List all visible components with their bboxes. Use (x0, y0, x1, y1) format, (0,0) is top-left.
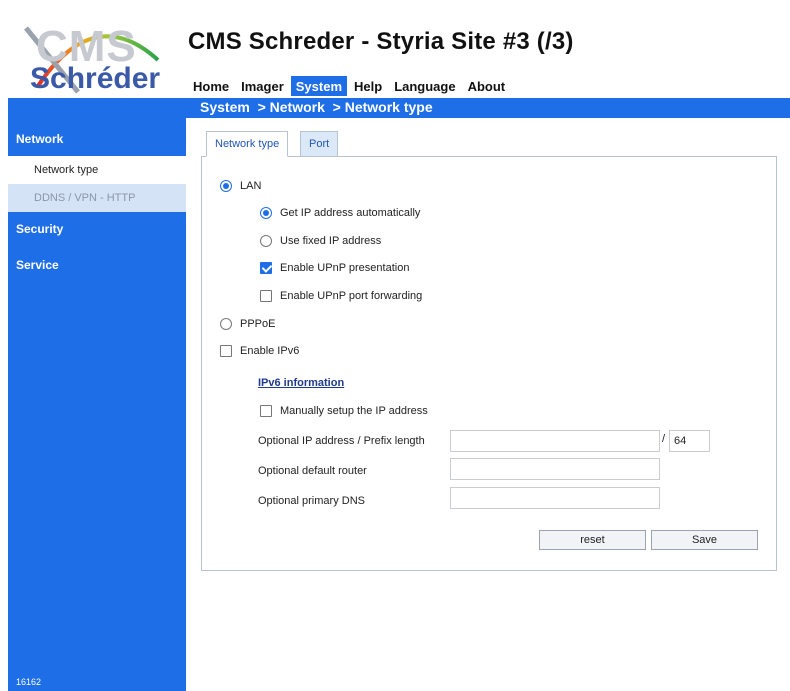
ipv6-label: Enable IPv6 (240, 345, 300, 357)
manual-ip-label: Manually setup the IP address (280, 405, 428, 417)
menu-imager[interactable]: Imager (236, 76, 289, 96)
ipv6-checkbox[interactable] (220, 345, 232, 357)
logo-brand-text: Schréder (30, 62, 161, 95)
lan-option[interactable]: LAN (220, 180, 261, 192)
lan-radio[interactable] (220, 180, 232, 192)
menu-about[interactable]: About (463, 76, 511, 96)
upnp-forwarding-option[interactable]: Enable UPnP port forwarding (260, 290, 422, 302)
page-title: CMS Schreder - Styria Site #3 (/3) (188, 28, 574, 55)
menu-home[interactable]: Home (188, 76, 234, 96)
ipv6-information-link[interactable]: IPv6 information (258, 377, 344, 389)
brand-logo: CMS Schréder (8, 8, 186, 96)
dns-label: Optional primary DNS (258, 495, 365, 507)
manual-ip-checkbox[interactable] (260, 405, 272, 417)
ip-address-input[interactable] (450, 430, 660, 452)
sidebar-section-security[interactable]: Security (16, 222, 63, 236)
sidebar-section-service[interactable]: Service (16, 258, 59, 272)
sidebar: Network Network type DDNS / VPN - HTTP S… (8, 118, 186, 691)
upnp-presentation-option[interactable]: Enable UPnP presentation (260, 262, 409, 274)
reset-button[interactable]: reset (539, 530, 646, 550)
upnp-forwarding-label: Enable UPnP port forwarding (280, 290, 423, 302)
sidebar-item-network-type[interactable]: Network type (8, 156, 186, 184)
upnp-presentation-checkbox[interactable] (260, 262, 272, 274)
pppoe-option[interactable]: PPPoE (220, 318, 275, 330)
sidebar-section-network[interactable]: Network (16, 132, 63, 146)
tab-port[interactable]: Port (300, 131, 339, 157)
fixed-ip-label: Use fixed IP address (280, 235, 382, 247)
save-button[interactable]: Save (651, 530, 758, 550)
sidebar-footer-id: 16162 (16, 677, 42, 687)
menu-help[interactable]: Help (349, 76, 387, 96)
prefix-length-input[interactable] (669, 430, 710, 452)
router-label: Optional default router (258, 465, 367, 477)
fixed-ip-option[interactable]: Use fixed IP address (260, 235, 381, 247)
auto-ip-option[interactable]: Get IP address automatically (260, 207, 420, 219)
auto-ip-radio[interactable] (260, 207, 272, 219)
fixed-ip-radio[interactable] (260, 235, 272, 247)
auto-ip-label: Get IP address automatically (280, 207, 421, 219)
prefix-separator: / (662, 433, 666, 445)
primary-dns-input[interactable] (450, 487, 660, 509)
upnp-presentation-label: Enable UPnP presentation (280, 262, 410, 274)
upnp-forwarding-checkbox[interactable] (260, 290, 272, 302)
lan-label: LAN (240, 180, 262, 192)
ip-prefix-label: Optional IP address / Prefix length (258, 435, 425, 447)
breadcrumb: System > Network > Network type (200, 99, 433, 115)
pppoe-radio[interactable] (220, 318, 232, 330)
manual-ip-option[interactable]: Manually setup the IP address (260, 405, 428, 417)
sidebar-item-ddns-vpn-http[interactable]: DDNS / VPN - HTTP (8, 184, 186, 212)
ipv6-option[interactable]: Enable IPv6 (220, 345, 299, 357)
tab-network-type[interactable]: Network type (206, 131, 289, 157)
menu-system[interactable]: System (290, 76, 348, 96)
default-router-input[interactable] (450, 458, 660, 480)
pppoe-label: PPPoE (240, 318, 276, 330)
menu-language[interactable]: Language (389, 76, 460, 96)
top-menu: Home Imager System Help Language About (188, 76, 512, 98)
